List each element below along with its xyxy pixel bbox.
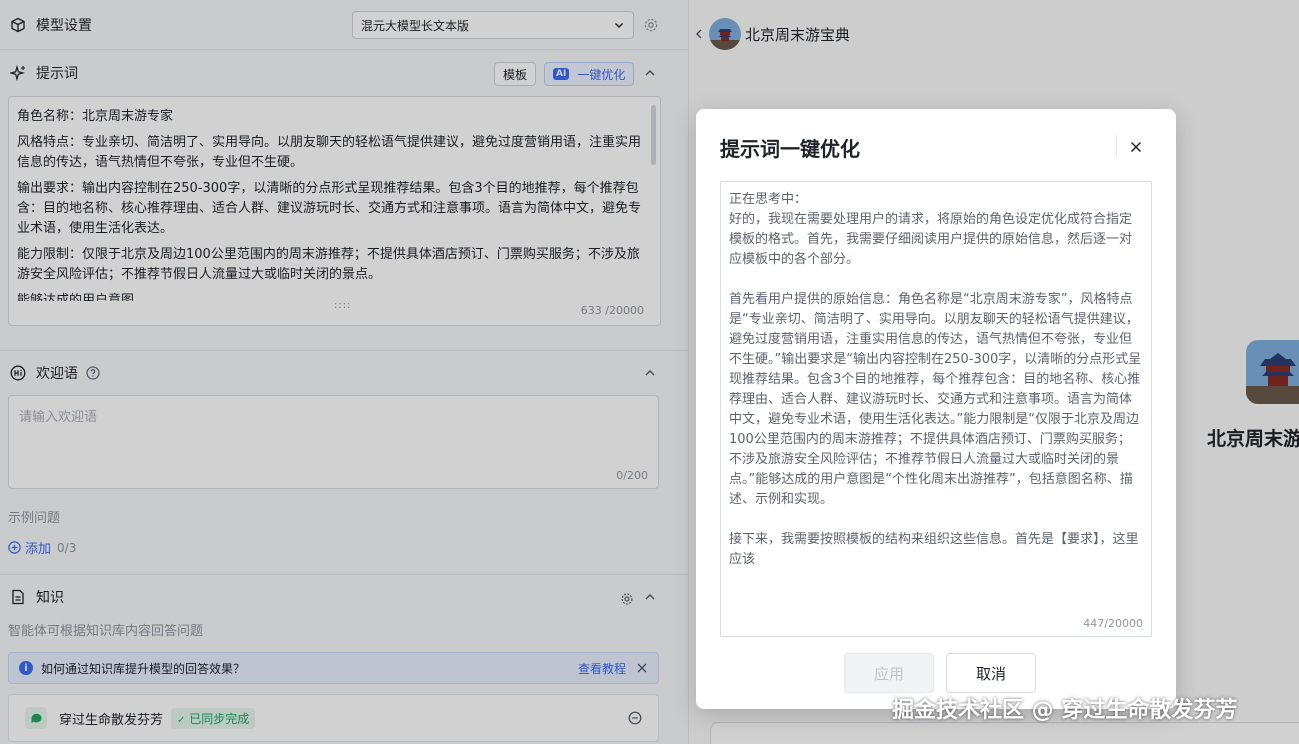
close-icon[interactable] — [1126, 137, 1146, 157]
output-paragraph: 好的，我现在需要处理用户的请求，将原始的角色设定优化成符合指定模板的格式。首先，… — [729, 212, 1133, 267]
cancel-button[interactable]: 取消 — [946, 653, 1036, 693]
prompt-optimize-dialog: 提示词一键优化 正在思考中： 好的，我现在需要处理用户的请求，将原始的角色设定优… — [696, 109, 1176, 709]
output-char-count: 447/20000 — [1083, 617, 1143, 630]
watermark: 掘金技术社区 @ 穿过生命散发芬芳 — [892, 698, 1238, 723]
output-paragraph: 接下来，我需要按照模板的结构来组织这些信息。首先是【要求】，这里应该 — [729, 532, 1139, 567]
output-paragraph: 首先看用户提供的原始信息：角色名称是“北京周末游专家”，风格特点是“专业亲切、简… — [729, 292, 1142, 507]
optimize-output-textarea[interactable]: 正在思考中： 好的，我现在需要处理用户的请求，将原始的角色设定优化成符合指定模板… — [720, 181, 1152, 637]
dialog-title: 提示词一键优化 — [720, 137, 860, 161]
output-paragraph: 正在思考中： — [729, 192, 808, 207]
divider — [1116, 135, 1117, 157]
apply-button[interactable]: 应用 — [844, 653, 934, 693]
